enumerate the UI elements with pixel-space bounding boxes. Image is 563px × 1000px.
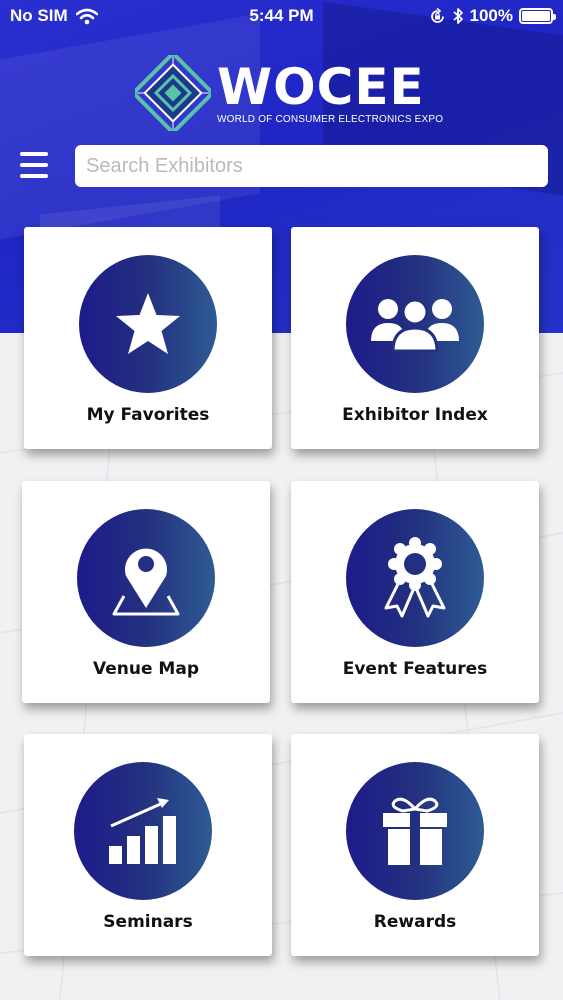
tile-label: Rewards bbox=[373, 912, 457, 932]
tile-venue-map[interactable]: Venue Map bbox=[22, 481, 270, 703]
tile-label: Seminars bbox=[103, 912, 193, 932]
tile-icon-circle bbox=[346, 255, 484, 393]
battery-icon bbox=[519, 8, 556, 24]
status-bar: No SIM 5:44 PM 100% bbox=[0, 0, 563, 34]
tile-icon-circle bbox=[346, 762, 484, 900]
tile-label: Event Features bbox=[342, 659, 488, 679]
search-input[interactable] bbox=[75, 145, 548, 187]
hamburger-menu-icon[interactable] bbox=[20, 152, 48, 178]
tile-icon-circle bbox=[77, 509, 215, 647]
people-icon bbox=[371, 298, 459, 353]
tile-seminars[interactable]: Seminars bbox=[24, 734, 272, 956]
tile-icon-circle bbox=[346, 509, 484, 647]
tile-label: Venue Map bbox=[93, 659, 199, 679]
tile-icon-circle bbox=[79, 255, 217, 393]
bar-chart-growth-icon bbox=[109, 798, 176, 864]
tile-event-features[interactable]: Event Features bbox=[291, 481, 539, 703]
rotation-lock-icon bbox=[430, 7, 444, 23]
star-icon bbox=[116, 293, 180, 354]
map-pin-icon bbox=[112, 548, 180, 616]
tile-my-favorites[interactable]: My Favorites bbox=[24, 227, 272, 449]
bluetooth-icon bbox=[452, 8, 463, 24]
tile-exhibitor-index[interactable]: Exhibitor Index bbox=[291, 227, 539, 449]
tile-rewards[interactable]: Rewards bbox=[291, 734, 539, 956]
app-logo: WOCEE WORLD OF CONSUMER ELECTRONICS EXPO bbox=[135, 54, 443, 132]
logo-diamond-icon bbox=[135, 55, 211, 131]
logo-subtitle: WORLD OF CONSUMER ELECTRONICS EXPO bbox=[217, 113, 444, 125]
gift-icon bbox=[383, 797, 447, 865]
tile-label: Exhibitor Index bbox=[342, 405, 488, 425]
tile-icon-circle bbox=[74, 762, 212, 900]
battery-percent: 100% bbox=[469, 6, 513, 25]
award-ribbon-icon bbox=[384, 537, 446, 618]
logo-title: WOCEE bbox=[217, 57, 425, 116]
tile-label: My Favorites bbox=[86, 405, 210, 425]
